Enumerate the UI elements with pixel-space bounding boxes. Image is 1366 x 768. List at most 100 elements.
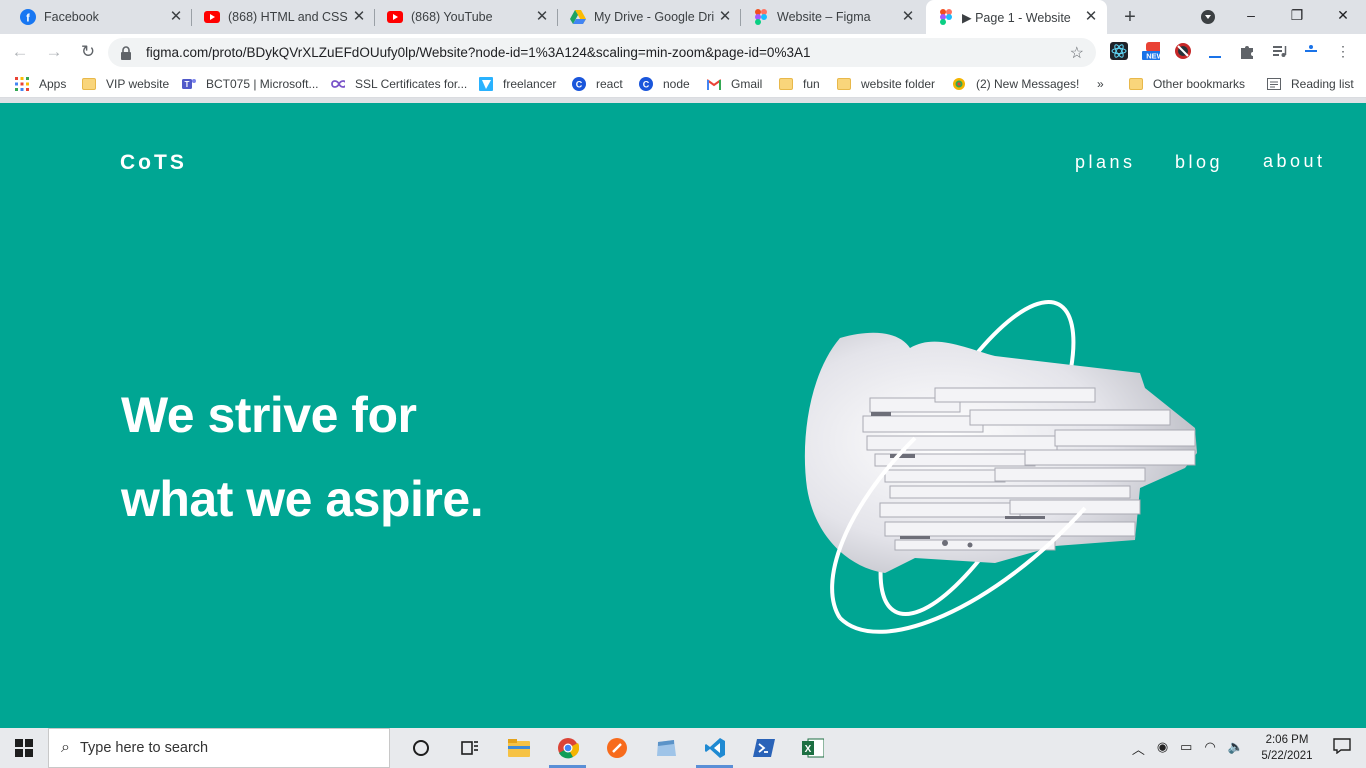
bookmark-bct075[interactable]: T BCT075 | Microsoft... xyxy=(182,75,318,93)
bookmark-label: Reading list xyxy=(1291,77,1354,91)
tab-google-drive[interactable]: My Drive - Google Dri ✕ xyxy=(558,0,741,34)
apps-grid-icon xyxy=(15,77,29,91)
tab-title: Facebook xyxy=(44,10,99,24)
clock-date: 5/22/2021 xyxy=(1261,750,1313,762)
tab-facebook[interactable]: f Facebook ✕ xyxy=(8,0,192,34)
show-hidden-icons-icon[interactable]: ︿ xyxy=(1132,739,1145,758)
bookmark-label: BCT075 | Microsoft... xyxy=(206,77,319,91)
battery-icon[interactable]: ▭ xyxy=(1180,739,1192,758)
bookmark-label: node xyxy=(663,77,690,91)
nav-link-about[interactable]: about xyxy=(1263,151,1326,172)
new-tab-button[interactable]: + xyxy=(1118,5,1142,29)
task-view-icon[interactable] xyxy=(445,728,494,768)
cortana-icon[interactable] xyxy=(396,728,445,768)
extensions-puzzle-icon[interactable] xyxy=(1238,42,1256,60)
folder-icon xyxy=(779,77,793,91)
hero-headline-line-1: We strive for xyxy=(121,387,417,443)
browser-toolbar: ← → ↻ figma.com/proto/BDykQVrXLZuEFdOUuf… xyxy=(0,34,1366,70)
address-bar[interactable]: figma.com/proto/BDykQVrXLZuEFdOUufy0lp/W… xyxy=(108,38,1096,67)
bookmark-website-folder[interactable]: website folder xyxy=(837,75,935,93)
excel-icon[interactable]: X xyxy=(788,728,837,768)
notification-center-icon[interactable] xyxy=(1318,737,1366,759)
wifi-icon[interactable]: ◠ xyxy=(1204,739,1215,758)
profile-sync-icon[interactable] xyxy=(1302,42,1320,60)
tray-icons: ︿ ◉ ▭ ◠ 🔈 xyxy=(1132,739,1244,758)
freelancer-icon xyxy=(479,77,493,91)
bookmark-new-messages[interactable]: (2) New Messages! xyxy=(952,75,1079,93)
nav-link-plans[interactable]: plans xyxy=(1075,152,1136,173)
restore-button[interactable]: ❐ xyxy=(1274,0,1320,30)
more-menu-icon[interactable]: ⋮ xyxy=(1334,42,1352,60)
tab-title: (868) HTML and CSS T xyxy=(228,10,351,24)
bookmarks-overflow-button[interactable]: » xyxy=(1097,75,1104,93)
tab-figma[interactable]: Website – Figma ✕ xyxy=(741,0,924,34)
window-controls: – ❐ ✕ xyxy=(1201,0,1366,34)
clock-time: 2:06 PM xyxy=(1265,734,1309,746)
hero-headline: We strive for what we aspire. xyxy=(121,373,484,541)
url-text[interactable]: figma.com/proto/BDykQVrXLZuEFdOUufy0lp/W… xyxy=(146,45,1070,60)
hero-illustration xyxy=(804,299,1197,634)
minimize-button[interactable]: – xyxy=(1228,0,1274,30)
messages-icon xyxy=(952,77,966,91)
tab-close-icon[interactable]: ✕ xyxy=(1083,9,1099,25)
bookmark-ssl-certificates[interactable]: SSL Certificates for... xyxy=(331,75,467,93)
extensions-area: NEW ⋮ xyxy=(1110,42,1352,60)
other-bookmarks[interactable]: Other bookmarks xyxy=(1129,75,1245,93)
tab-youtube-html-css[interactable]: (868) HTML and CSS T ✕ xyxy=(192,0,375,34)
tab-close-icon[interactable]: ✕ xyxy=(717,9,733,25)
bookmark-star-icon[interactable]: ☆ xyxy=(1070,43,1084,63)
tab-close-icon[interactable]: ✕ xyxy=(168,9,184,25)
bookmark-vip-website[interactable]: VIP website xyxy=(82,75,169,93)
lock-icon[interactable] xyxy=(120,45,134,60)
close-window-button[interactable]: ✕ xyxy=(1320,0,1366,30)
tab-close-icon[interactable]: ✕ xyxy=(900,9,916,25)
reload-button[interactable]: ↻ xyxy=(74,38,102,66)
system-tray: ︿ ◉ ▭ ◠ 🔈 2:06 PM 5/22/2021 xyxy=(1132,728,1366,768)
folder-icon xyxy=(837,77,851,91)
tab-search-icon[interactable] xyxy=(1200,9,1216,30)
media-control-icon[interactable] xyxy=(1270,42,1288,60)
orange-app-icon[interactable] xyxy=(592,728,641,768)
tab-title: Website – Figma xyxy=(777,10,871,24)
underscore-extension-icon[interactable] xyxy=(1206,42,1224,60)
google-drive-icon xyxy=(570,9,586,25)
figma-icon xyxy=(753,9,769,25)
tab-close-icon[interactable]: ✕ xyxy=(351,9,367,25)
camera-privacy-icon[interactable]: ◉ xyxy=(1157,739,1168,758)
tab-close-icon[interactable]: ✕ xyxy=(534,9,550,25)
file-explorer-icon[interactable] xyxy=(494,728,543,768)
powershell-icon[interactable] xyxy=(739,728,788,768)
bookmark-gmail[interactable]: Gmail xyxy=(707,75,762,93)
back-button[interactable]: ← xyxy=(6,38,34,66)
facebook-icon: f xyxy=(20,9,36,25)
forward-button[interactable]: → xyxy=(40,38,68,66)
vscode-icon[interactable] xyxy=(690,728,739,768)
site-logo[interactable]: CoTS xyxy=(120,151,187,175)
reading-list[interactable]: Reading list xyxy=(1267,75,1354,93)
bookmark-label: Apps xyxy=(39,77,67,91)
window-app-icon[interactable] xyxy=(641,728,690,768)
svg-text:C: C xyxy=(576,80,583,90)
new-badge-extension-icon[interactable]: NEW xyxy=(1142,42,1160,60)
bookmark-freelancer[interactable]: freelancer xyxy=(479,75,556,93)
svg-text:C: C xyxy=(643,80,650,90)
blocker-extension-icon[interactable] xyxy=(1174,42,1192,60)
bookmark-fun[interactable]: fun xyxy=(779,75,820,93)
taskbar-search-input[interactable]: ⌕ Type here to search xyxy=(48,728,390,768)
nav-link-blog[interactable]: blog xyxy=(1175,152,1223,173)
bookmark-react[interactable]: C react xyxy=(572,75,623,93)
chrome-icon[interactable] xyxy=(543,728,592,768)
tab-figma-prototype-active[interactable]: ▶ Page 1 - Website ✕ xyxy=(926,0,1107,34)
svg-text:T: T xyxy=(185,80,190,89)
bookmark-apps[interactable]: Apps xyxy=(15,75,66,93)
windows-start-icon[interactable] xyxy=(0,728,48,768)
taskbar-clock[interactable]: 2:06 PM 5/22/2021 xyxy=(1256,732,1318,764)
tab-title: ▶ Page 1 - Website xyxy=(962,10,1071,25)
folder-icon xyxy=(1129,77,1143,91)
bookmark-node[interactable]: C node xyxy=(639,75,690,93)
volume-icon[interactable]: 🔈 xyxy=(1228,739,1244,758)
bookmark-label: freelancer xyxy=(503,77,557,91)
tab-youtube[interactable]: (868) YouTube ✕ xyxy=(375,0,558,34)
bookmark-label: website folder xyxy=(861,77,936,91)
react-devtools-icon[interactable] xyxy=(1110,42,1128,60)
